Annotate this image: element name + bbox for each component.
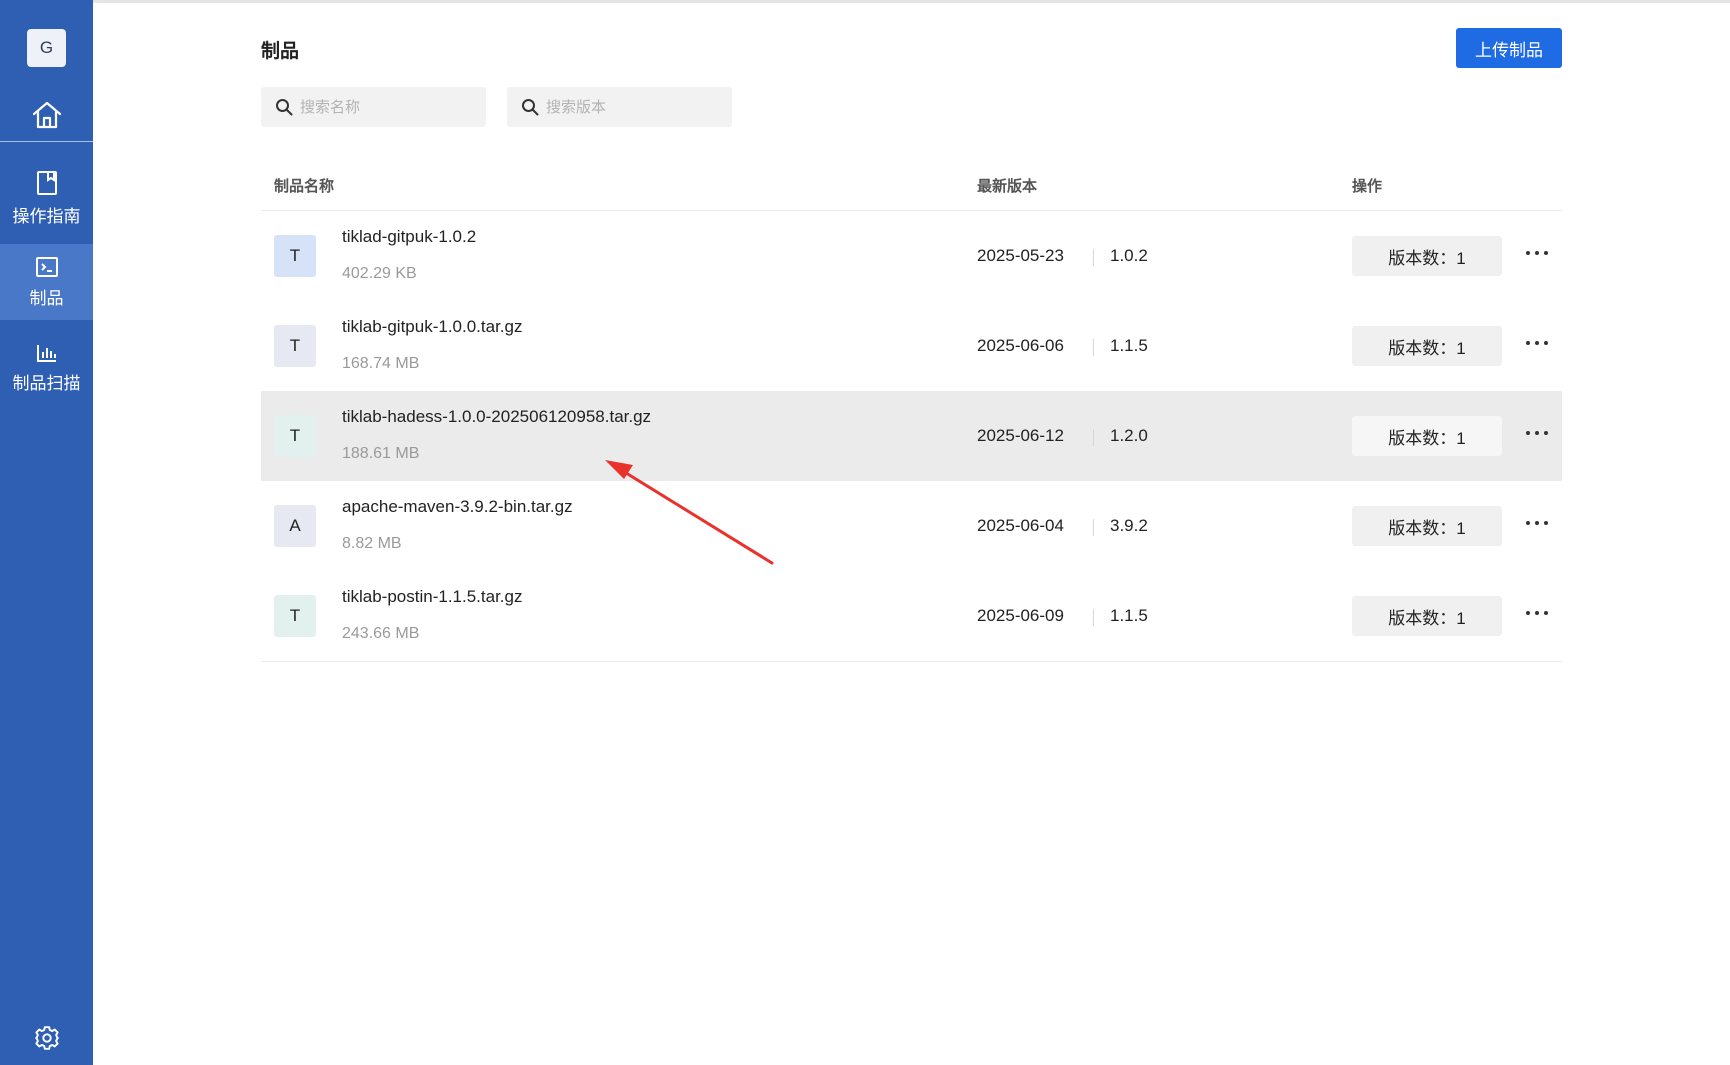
artifact-name[interactable]: tiklab-postin-1.1.5.tar.gz: [342, 587, 522, 607]
artifact-avatar: A: [274, 505, 316, 547]
sidebar-item-label: 制品扫描: [12, 373, 81, 393]
latest-version-date: 2025-06-04: [977, 516, 1064, 535]
artifact-avatar: T: [274, 235, 316, 277]
sidebar-item-guide[interactable]: 操作指南: [0, 160, 93, 236]
latest-version-number: 1.1.5: [1110, 336, 1148, 355]
app-window: G 操作指南 制品 制品扫描 制品 上传制品 搜索名称 搜索版本 制品名称 最新…: [0, 0, 1730, 1065]
artifact-name[interactable]: tiklab-gitpuk-1.0.0.tar.gz: [342, 317, 522, 337]
latest-version-date: 2025-06-09: [977, 606, 1064, 625]
latest-version-number: 1.2.0: [1110, 426, 1148, 445]
terminal-icon: [35, 256, 58, 277]
artifact-name[interactable]: apache-maven-3.9.2-bin.tar.gz: [342, 497, 573, 517]
name-search-field[interactable]: [261, 87, 486, 127]
version-divider: [1093, 249, 1094, 266]
artifact-size: 402.29 KB: [342, 265, 417, 282]
more-actions-button[interactable]: [1522, 241, 1552, 265]
version-count-button[interactable]: 版本数：1: [1352, 326, 1502, 366]
upload-artifact-button[interactable]: 上传制品: [1456, 28, 1562, 68]
sidebar-divider: [0, 141, 93, 142]
more-actions-button[interactable]: [1522, 511, 1552, 535]
table-row[interactable]: T tiklad-gitpuk-1.0.2 402.29 KB 2025-05-…: [261, 211, 1562, 301]
column-header-actions: 操作: [1352, 178, 1383, 195]
artifact-size: 243.66 MB: [342, 625, 420, 642]
table-bottom-divider: [261, 661, 1562, 662]
page-title: 制品: [261, 41, 300, 62]
ellipsis-icon: [1526, 611, 1548, 615]
artifact-name[interactable]: tiklab-hadess-1.0.0-202506120958.tar.gz: [342, 407, 651, 427]
sidebar-item-scan[interactable]: 制品扫描: [0, 330, 93, 406]
sidebar-item-label: 制品: [29, 288, 64, 308]
sidebar: G 操作指南 制品 制品扫描: [0, 0, 93, 1065]
version-count-button[interactable]: 版本数：1: [1352, 596, 1502, 636]
artifact-size: 188.61 MB: [342, 445, 420, 462]
column-header-latest-version: 最新版本: [977, 178, 1038, 195]
latest-version-number: 3.9.2: [1110, 516, 1148, 535]
more-actions-button[interactable]: [1522, 421, 1552, 445]
ellipsis-icon: [1526, 341, 1548, 345]
sidebar-item-label: 操作指南: [12, 206, 81, 226]
artifact-avatar: T: [274, 595, 316, 637]
more-actions-button[interactable]: [1522, 331, 1552, 355]
artifact-name[interactable]: tiklad-gitpuk-1.0.2: [342, 227, 476, 247]
version-count-button[interactable]: 版本数：1: [1352, 416, 1502, 456]
version-divider: [1093, 519, 1094, 536]
latest-version-date: 2025-06-06: [977, 336, 1064, 355]
column-header-name: 制品名称: [274, 178, 335, 195]
sidebar-item-artifacts[interactable]: 制品: [0, 244, 93, 320]
version-count-button[interactable]: 版本数：1: [1352, 236, 1502, 276]
artifact-size: 168.74 MB: [342, 355, 420, 372]
more-actions-button[interactable]: [1522, 601, 1552, 625]
table-row[interactable]: T tiklab-hadess-1.0.0-202506120958.tar.g…: [261, 391, 1562, 481]
table-row[interactable]: A apache-maven-3.9.2-bin.tar.gz 8.82 MB …: [261, 481, 1562, 571]
ellipsis-icon: [1526, 251, 1548, 255]
latest-version-number: 1.1.5: [1110, 606, 1148, 625]
bar-chart-icon: [36, 344, 56, 362]
latest-version-number: 1.0.2: [1110, 246, 1148, 265]
artifact-avatar: T: [274, 415, 316, 457]
version-divider: [1093, 339, 1094, 356]
home-button[interactable]: [0, 93, 93, 137]
artifact-avatar: T: [274, 325, 316, 367]
latest-version-date: 2025-05-23: [977, 246, 1064, 265]
search-icon: [522, 99, 539, 116]
version-divider: [1093, 429, 1094, 446]
gear-icon: [34, 1026, 59, 1050]
table-row[interactable]: T tiklab-gitpuk-1.0.0.tar.gz 168.74 MB 2…: [261, 301, 1562, 391]
latest-version-date: 2025-06-12: [977, 426, 1064, 445]
search-icon: [276, 99, 293, 116]
version-count-button[interactable]: 版本数：1: [1352, 506, 1502, 546]
settings-button[interactable]: [0, 1020, 93, 1056]
name-search-input[interactable]: [300, 98, 480, 116]
table-row[interactable]: T tiklab-postin-1.1.5.tar.gz 243.66 MB 2…: [261, 571, 1562, 661]
top-border: [93, 0, 1730, 3]
version-search-field[interactable]: [507, 87, 732, 127]
ellipsis-icon: [1526, 521, 1548, 525]
artifact-size: 8.82 MB: [342, 535, 402, 552]
book-icon: [36, 170, 57, 195]
ellipsis-icon: [1526, 431, 1548, 435]
version-search-input[interactable]: [546, 98, 726, 116]
version-divider: [1093, 609, 1094, 626]
home-icon: [32, 101, 61, 129]
workspace-logo[interactable]: G: [27, 29, 66, 67]
